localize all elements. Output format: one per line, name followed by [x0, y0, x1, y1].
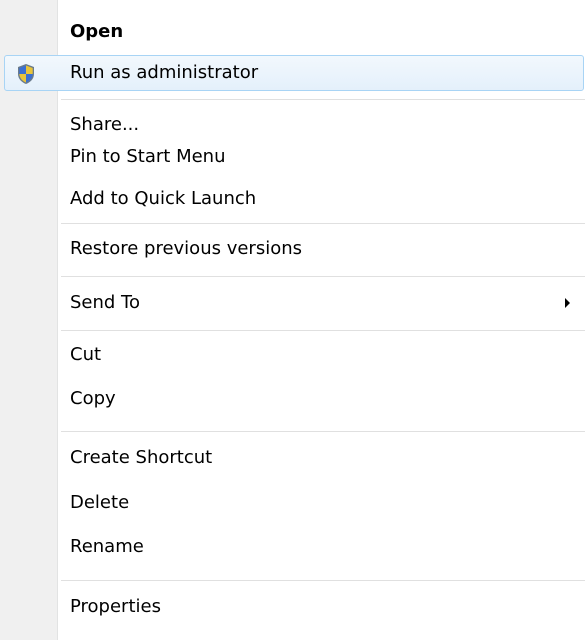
menu-item-delete[interactable]: Delete [0, 483, 588, 523]
menu-item-label: Run as administrator [70, 62, 259, 83]
menu-separator [61, 431, 585, 433]
uac-shield-icon [18, 64, 34, 84]
menu-item-rename[interactable]: Rename [0, 527, 588, 567]
menu-item-label: Properties [70, 596, 161, 617]
menu-item-restore-previous-versions[interactable]: Restore previous versions [0, 230, 588, 268]
menu-item-cut[interactable]: Cut [0, 336, 588, 374]
menu-item-run-as-administrator[interactable]: Run as administrator [4, 55, 584, 91]
menu-item-label: Add to Quick Launch [70, 188, 257, 209]
menu-item-label: Create Shortcut [70, 447, 213, 468]
menu-item-share[interactable]: Share... [0, 110, 588, 140]
context-menu: Open Run as administrator Share... Pin t… [0, 0, 588, 640]
menu-separator [61, 223, 585, 225]
submenu-arrow-icon [565, 298, 570, 308]
menu-item-add-to-quick-launch[interactable]: Add to Quick Launch [0, 180, 588, 218]
menu-item-create-shortcut[interactable]: Create Shortcut [0, 438, 588, 478]
menu-separator [61, 276, 585, 278]
menu-item-properties[interactable]: Properties [0, 587, 588, 627]
menu-separator [61, 580, 585, 582]
menu-separator [61, 99, 585, 101]
menu-item-pin-to-start-menu[interactable]: Pin to Start Menu [0, 140, 588, 174]
menu-item-copy[interactable]: Copy [0, 380, 588, 418]
menu-item-label: Rename [70, 536, 144, 557]
menu-item-open[interactable]: Open [0, 14, 588, 50]
menu-item-label: Copy [70, 388, 116, 409]
menu-separator [61, 330, 585, 332]
menu-item-label: Cut [70, 344, 102, 365]
menu-item-label: Restore previous versions [70, 238, 303, 259]
menu-item-send-to[interactable]: Send To [0, 283, 588, 323]
menu-item-label: Send To [70, 292, 141, 313]
menu-item-label: Delete [70, 492, 130, 513]
menu-item-label: Share... [70, 114, 140, 135]
menu-item-label: Pin to Start Menu [70, 146, 226, 167]
menu-item-label: Open [70, 21, 124, 42]
